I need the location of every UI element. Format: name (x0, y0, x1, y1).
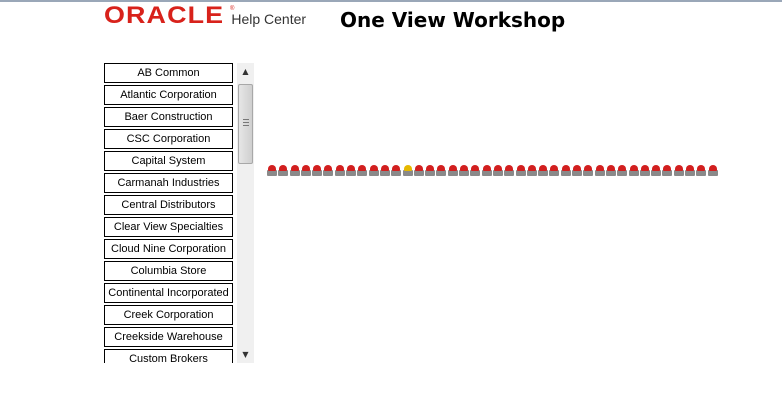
loading-indicator-icon (628, 163, 640, 177)
loading-indicator-icon (684, 163, 696, 177)
company-list-item[interactable]: Creekside Warehouse (104, 327, 233, 347)
loading-indicator-icon (549, 163, 560, 177)
list-scrollbar[interactable]: ▲ ▼ (237, 63, 254, 363)
loading-indicator-icon (447, 163, 459, 177)
loading-indicator-icon (402, 163, 414, 177)
grip-line (243, 122, 249, 123)
company-list-item[interactable]: Creek Corporation (104, 305, 233, 325)
loading-indicator-icon (346, 163, 357, 177)
loading-indicator-icon (538, 163, 549, 177)
loading-indicator-icon (639, 163, 651, 177)
loading-indicator-icon (391, 163, 402, 177)
loading-indicator-icon (662, 163, 673, 177)
loading-indicator-icon (300, 163, 312, 177)
company-list-item[interactable]: Atlantic Corporation (104, 85, 233, 105)
loading-indicator-icon (583, 163, 594, 177)
help-center-label[interactable]: Help Center (231, 11, 306, 27)
grip-line (243, 125, 249, 126)
loading-indicator-icon (515, 163, 527, 177)
loading-indicator-icon (289, 163, 301, 177)
company-list-item[interactable]: Continental Incorporated (104, 283, 233, 303)
company-list: AB Common Atlantic Corporation Baer Constr… (104, 63, 254, 363)
company-list-item[interactable]: Clear View Specialties (104, 217, 233, 237)
loading-indicator-icon (278, 163, 289, 177)
loading-indicator-icon (323, 163, 334, 177)
loading-indicator-icon (572, 163, 583, 177)
grip-line (243, 119, 249, 120)
loading-indicator-icon (379, 163, 391, 177)
registered-mark: ® (230, 6, 235, 12)
loading-indicator-icon (560, 163, 572, 177)
loading-indicator-icon (312, 163, 323, 177)
company-list-item[interactable]: Central Distributors (104, 195, 233, 215)
company-list-item[interactable]: AB Common (104, 63, 233, 83)
loading-indicator-icon (357, 163, 368, 177)
company-list-item[interactable]: CSC Corporation (104, 129, 233, 149)
page-title: One View Workshop (340, 8, 566, 32)
loading-indicator-icon (413, 163, 425, 177)
loading-indicator-icon (267, 163, 278, 177)
loading-indicator-icon (481, 163, 493, 177)
company-list-item[interactable]: Columbia Store (104, 261, 233, 281)
loading-indicator-icon (470, 163, 481, 177)
loading-indicator-icon (368, 163, 380, 177)
loading-indicator-icon (526, 163, 538, 177)
loading-indicator-icon (605, 163, 617, 177)
loading-indicator-icon (436, 163, 447, 177)
loading-indicator-icon (707, 163, 719, 177)
company-list-items: AB Common Atlantic Corporation Baer Constr… (104, 63, 233, 363)
loading-indicator-icon (617, 163, 628, 177)
loading-indicator-icon (594, 163, 606, 177)
company-list-item[interactable]: Cloud Nine Corporation (104, 239, 233, 259)
scroll-thumb[interactable] (238, 84, 253, 164)
loading-indicator-icon (504, 163, 515, 177)
loading-strip (267, 163, 719, 177)
header: ORACLE ® Help Center (104, 4, 306, 35)
loading-indicator-icon (425, 163, 436, 177)
company-list-item[interactable]: Custom Brokers (104, 349, 233, 363)
company-list-item[interactable]: Carmanah Industries (104, 173, 233, 193)
loading-indicator-icon (696, 163, 707, 177)
loading-indicator-icon (651, 163, 662, 177)
loading-indicator-icon (334, 163, 346, 177)
arrow-up-icon[interactable]: ▲ (237, 63, 254, 80)
loading-indicator-icon (492, 163, 504, 177)
loading-indicator-icon (459, 163, 470, 177)
company-list-item[interactable]: Capital System (104, 151, 233, 171)
arrow-down-icon[interactable]: ▼ (237, 346, 254, 363)
company-list-item[interactable]: Baer Construction (104, 107, 233, 127)
oracle-logo[interactable]: ORACLE (104, 4, 224, 28)
loading-indicator-icon (673, 163, 685, 177)
